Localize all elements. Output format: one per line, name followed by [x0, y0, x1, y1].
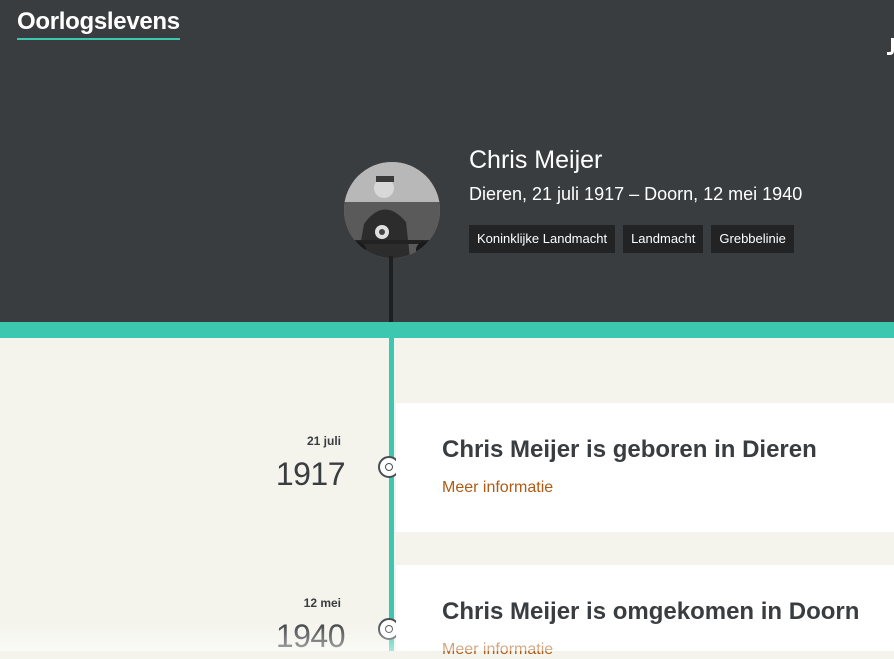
event-title: Chris Meijer is omgekomen in Doorn: [442, 598, 860, 625]
site-logo[interactable]: Oorlogslevens: [17, 8, 180, 40]
event-card: Chris Meijer is omgekomen in Doorn Meer …: [396, 565, 894, 658]
person-name: Chris Meijer: [469, 146, 603, 174]
timeline-line: [389, 338, 394, 651]
event-year: 1940: [275, 618, 346, 654]
event-year: 1917: [275, 456, 346, 492]
tag-landmacht[interactable]: Landmacht: [623, 225, 704, 253]
more-info-link[interactable]: Meer informatie: [442, 641, 553, 659]
timeline-stem: [389, 256, 393, 322]
avatar: [344, 162, 440, 258]
menu-corner-icon[interactable]: [887, 38, 894, 55]
event-day: 21 juli: [306, 434, 341, 448]
more-info-link[interactable]: Meer informatie: [442, 479, 553, 497]
portrait-photo: [344, 162, 440, 258]
event-card: Chris Meijer is geboren in Dieren Meer i…: [396, 403, 894, 532]
person-lifespan: Dieren, 21 juli 1917 – Doorn, 12 mei 194…: [469, 184, 803, 204]
tag-koninklijke-landmacht[interactable]: Koninklijke Landmacht: [469, 225, 616, 253]
tag-grebbelinie[interactable]: Grebbelinie: [711, 225, 794, 253]
event-title: Chris Meijer is geboren in Dieren: [442, 436, 817, 463]
hero-header: Oorlogslevens Chris Meijer Dieren, 21 ju…: [0, 0, 894, 322]
tag-list: Koninklijke Landmacht Landmacht Grebbeli…: [469, 225, 794, 253]
accent-band: [0, 322, 894, 338]
event-day: 12 mei: [303, 596, 341, 610]
